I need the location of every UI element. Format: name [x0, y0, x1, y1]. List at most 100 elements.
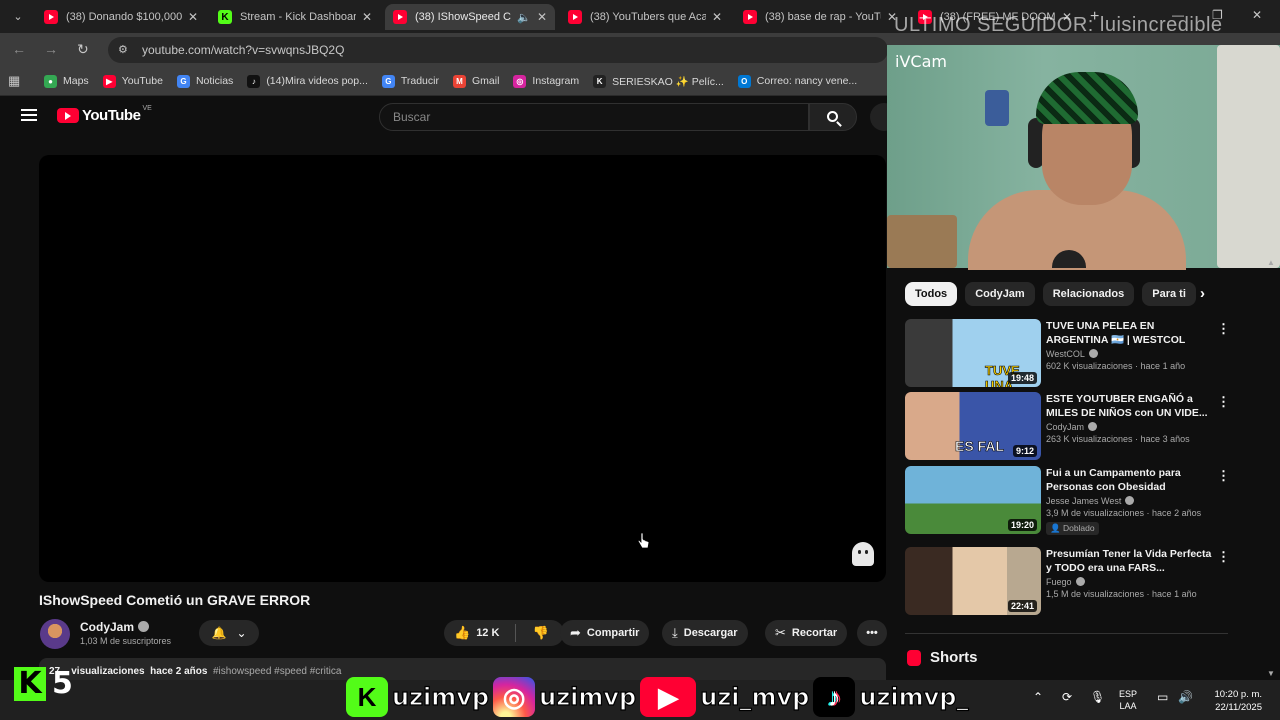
like-button[interactable]: 👍 12 K [444, 620, 509, 646]
bookmark[interactable]: O Correo: nancy vene... [737, 74, 857, 88]
network-icon[interactable]: ▭ [1157, 690, 1168, 704]
scroll-down-icon[interactable]: ▼ [1267, 669, 1275, 678]
bookmark[interactable]: ▶ YouTube [102, 74, 163, 88]
tiktok-icon: ♪ [247, 74, 261, 88]
tab-title: (38) YouTubers que Aca [590, 11, 706, 23]
video-duration: 22:41 [1007, 600, 1037, 612]
search-input[interactable]: Buscar [379, 103, 809, 131]
more-vert-icon[interactable]: ⋮ [1217, 468, 1230, 484]
chevron-right-icon[interactable]: › [1200, 285, 1205, 302]
channel-name[interactable]: CodyJam [1046, 422, 1084, 432]
bookmark[interactable]: ◎ Instagram [513, 74, 579, 88]
site-info-icon[interactable]: ⚙ [118, 43, 132, 57]
volume-icon[interactable]: 🔊 [1178, 690, 1193, 704]
channel-name[interactable]: Jesse James West [1046, 496, 1121, 506]
audio-playing-icon[interactable]: 🔈 [517, 11, 531, 24]
video-thumbnail[interactable]: 22:41 [905, 547, 1041, 615]
close-tab-icon[interactable]: ✕ [188, 10, 198, 24]
verified-icon [1075, 577, 1085, 586]
sync-icon[interactable]: ⟳ [1062, 690, 1072, 704]
browser-tab[interactable]: (38) YouTubers que Aca ✕ [560, 4, 730, 30]
subscribed-notifications-button[interactable]: 🔔 ⌄ [199, 620, 259, 646]
close-tab-icon[interactable]: ✕ [712, 10, 722, 24]
video-info: Fui a un Campamento para Personas con Ob… [1046, 466, 1216, 536]
filter-chips: Todos CodyJam Relacionados Para ti [905, 282, 1196, 306]
channel-name[interactable]: Fuego [1046, 577, 1072, 587]
recommended-video[interactable]: 22:41 Presumían Tener la Vida Perfecta y… [905, 547, 1235, 615]
bookmark[interactable]: G Traducir [381, 74, 439, 88]
search-button[interactable] [809, 103, 857, 131]
more-actions-button[interactable]: ••• [857, 620, 887, 646]
clip-button[interactable]: ✂ Recortar [765, 620, 848, 646]
more-vert-icon[interactable]: ⋮ [1217, 394, 1230, 410]
microphone-icon[interactable]: 🎙 [1090, 690, 1105, 704]
youtube-favicon-icon [568, 10, 582, 24]
video-title[interactable]: Fui a un Campamento para Personas con Ob… [1046, 466, 1216, 494]
menu-icon[interactable] [21, 109, 37, 121]
channel-name[interactable]: WestCOL [1046, 349, 1085, 359]
video-thumbnail[interactable]: TUVE UNA PEL 19:48 [905, 319, 1041, 387]
reload-icon[interactable]: ↻ [77, 41, 89, 58]
channel-row: Fuego [1046, 577, 1216, 587]
youtube-favicon-icon [44, 10, 58, 24]
chip-todos[interactable]: Todos [905, 282, 958, 306]
dubbed-badge: 👤 Doblado [1046, 522, 1099, 535]
video-title[interactable]: Presumían Tener la Vida Perfecta y TODO … [1046, 547, 1216, 575]
language-code: ESP [1119, 689, 1138, 699]
channel-name-row[interactable]: CodyJam [80, 620, 150, 634]
system-clock[interactable]: 10:20 p. m. 22/11/2025 [1206, 688, 1262, 714]
hashtags[interactable]: #ishowspeed #speed #critica [213, 666, 341, 677]
share-button[interactable]: ➦ Compartir [560, 620, 650, 646]
chip-para-ti[interactable]: Para ti [1142, 282, 1196, 306]
recommended-video[interactable]: 19:20 Fui a un Campamento para Personas … [905, 466, 1235, 536]
recommended-video[interactable]: ES FAL 9:12 ESTE YOUTUBER ENGAÑÓ a MILES… [905, 392, 1235, 460]
video-thumbnail[interactable]: 19:20 [905, 466, 1041, 534]
youtube-logo[interactable]: YouTube VE [57, 105, 152, 124]
more-vert-icon[interactable]: ⋮ [1217, 321, 1230, 337]
apps-grid-icon[interactable]: ▦ [8, 73, 24, 89]
show-hidden-icons-chevron-icon[interactable]: ⌃ [1033, 690, 1043, 704]
browser-tab[interactable]: K Stream - Kick Dashboar ✕ [210, 4, 380, 30]
channel-avatar[interactable] [40, 619, 70, 649]
youtube-play-logo-icon [57, 108, 79, 123]
browser-tab-active[interactable]: (38) IShowSpeed Co 🔈 ✕ [385, 4, 555, 30]
chip-relacionados[interactable]: Relacionados [1042, 282, 1135, 306]
video-title[interactable]: TUVE UNA PELEA EN ARGENTINA 🇦🇷 | WESTCOL [1046, 319, 1216, 347]
back-icon[interactable]: ← [12, 41, 26, 57]
browser-tab[interactable]: (38) base de rap - YouTu ✕ [735, 4, 905, 30]
bookmark-label: YouTube [121, 75, 163, 87]
bookmark[interactable]: M Gmail [452, 74, 499, 88]
channel-name[interactable]: CodyJam [80, 620, 134, 634]
more-vert-icon[interactable]: ⋮ [1217, 549, 1230, 565]
input-language[interactable]: ESP LAA [1119, 688, 1137, 712]
video-meta: 1,5 M de visualizaciones · hace 1 año [1046, 589, 1197, 599]
bookmark[interactable]: G Noticias [176, 74, 233, 88]
video-thumbnail[interactable]: ES FAL 9:12 [905, 392, 1041, 460]
url-text[interactable]: youtube.com/watch?v=svwqnsJBQ2Q [142, 43, 344, 57]
bookmark[interactable]: ♪ (14)Mira videos pop... [247, 74, 368, 88]
scroll-up-icon[interactable]: ▲ [1267, 258, 1275, 267]
video-duration: 19:48 [1007, 372, 1037, 384]
youtube-wordmark: YouTube [82, 107, 141, 124]
channel-row: Jesse James West [1046, 496, 1216, 506]
scissors-icon: ✂ [775, 625, 786, 640]
recommended-video[interactable]: TUVE UNA PEL 19:48 TUVE UNA PELEA EN ARG… [905, 319, 1235, 387]
tab-search-chevron-icon[interactable]: ⌄ [8, 7, 28, 27]
address-bar[interactable]: ⚙ youtube.com/watch?v=svwqnsJBQ2Q [108, 37, 888, 63]
dislike-button[interactable]: 👎 [522, 620, 558, 646]
close-tab-icon[interactable]: ✕ [537, 10, 547, 24]
forward-icon[interactable]: → [44, 41, 58, 57]
video-title[interactable]: ESTE YOUTUBER ENGAÑÓ a MILES DE NIÑOS co… [1046, 392, 1216, 420]
download-button[interactable]: ⤓ Descargar [662, 620, 748, 646]
browser-tab[interactable]: (38) Donando $100,000 ✕ [36, 4, 206, 30]
video-info: TUVE UNA PELEA EN ARGENTINA 🇦🇷 | WESTCOL… [1046, 319, 1216, 371]
close-tab-icon[interactable]: ✕ [362, 10, 372, 24]
gmail-icon: M [452, 74, 466, 88]
ghost-icon [852, 542, 874, 566]
youtube-header: YouTube VE Buscar [0, 97, 898, 137]
bookmark[interactable]: K SERIESKAO ✨ Pelíc... [593, 74, 724, 88]
chip-codyjam[interactable]: CodyJam [965, 282, 1035, 306]
bookmark[interactable]: ● Maps [44, 74, 89, 88]
close-window-icon[interactable]: ✕ [1252, 8, 1262, 22]
video-player[interactable] [39, 155, 886, 582]
